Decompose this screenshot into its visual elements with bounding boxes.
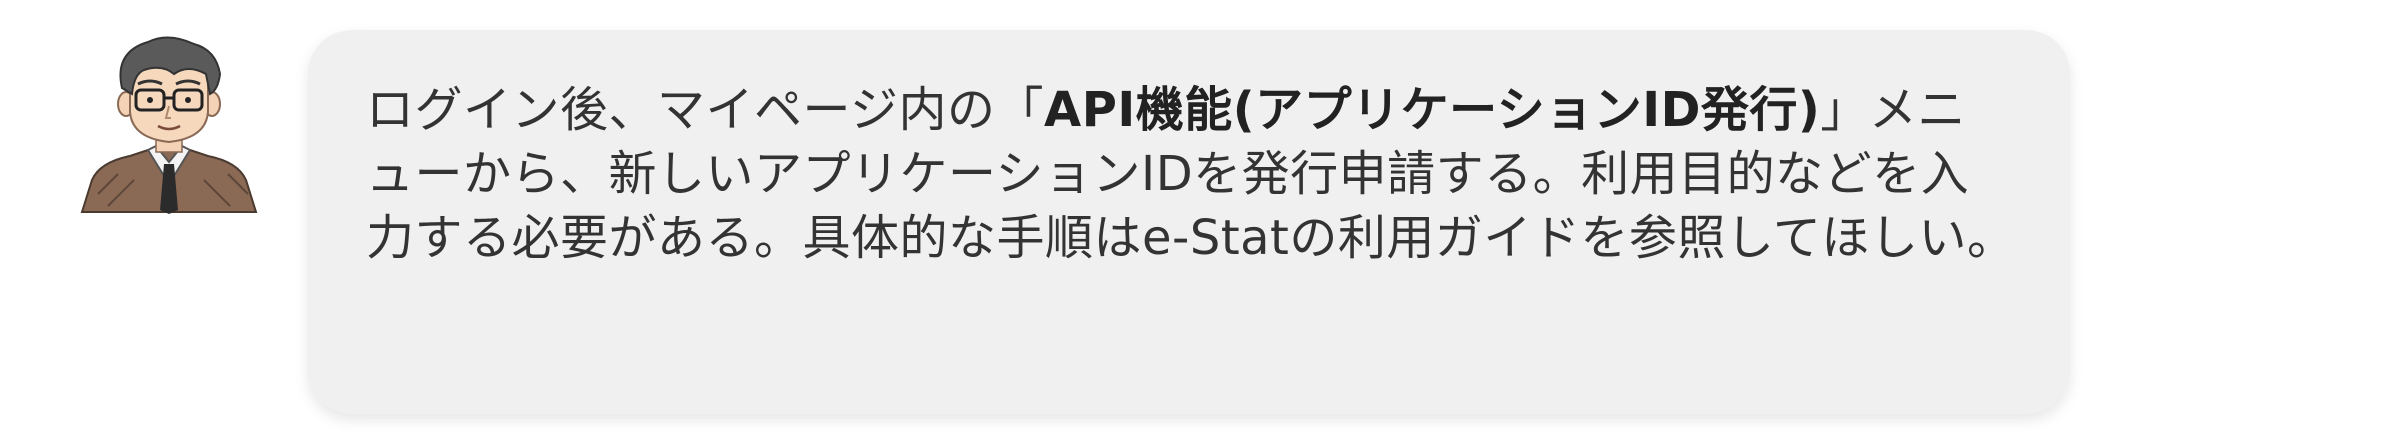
- teacher-avatar-icon: [78, 34, 260, 214]
- message-text-segment: ログイン後、マイページ内の「: [366, 82, 1045, 138]
- message-text-line: 力する必要がある。具体的な手順はe-Statの利用ガイドを参照してほしい。: [366, 210, 2016, 266]
- message-text-line: ューから、新しいアプリケーションIDを発行申請する。利用目的などを入: [366, 146, 1970, 202]
- chat-message-bubble: ログイン後、マイページ内の「API機能(アプリケーションID発行)」メニューから…: [308, 30, 2070, 414]
- message-bold-menu-name: API機能(アプリケーションID発行): [1044, 82, 1821, 138]
- message-text-segment: 」メニ: [1820, 82, 1966, 138]
- chat-message-text: ログイン後、マイページ内の「API機能(アプリケーションID発行)」メニューから…: [366, 78, 2015, 270]
